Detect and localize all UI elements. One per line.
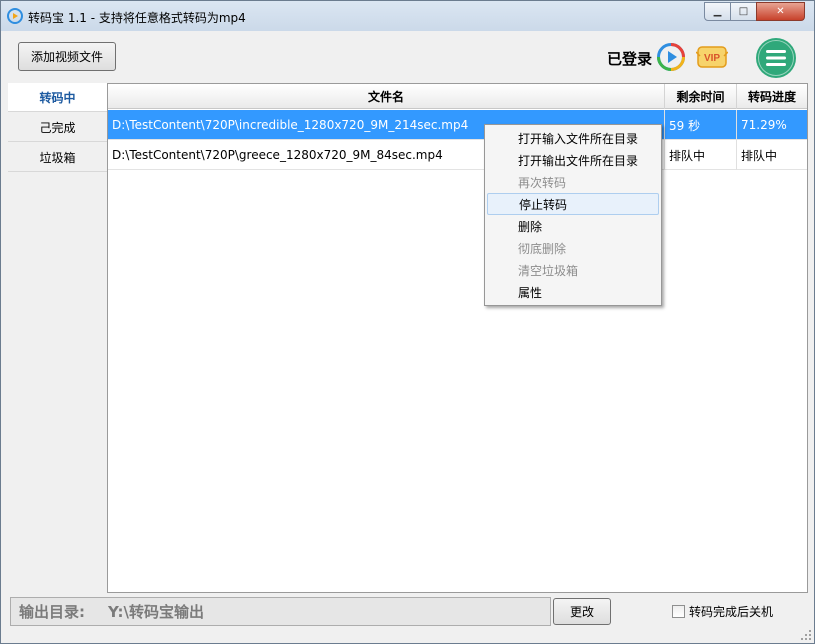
menu-item-open-input-folder[interactable]: 打开输入文件所在目录 xyxy=(487,127,659,149)
menu-item-delete[interactable]: 删除 xyxy=(487,215,659,237)
app-logo-icon xyxy=(7,8,23,24)
app-window: 转码宝 1.1 - 支持将任意格式转码为mp4 ▁ □ ✕ 添加视频文件 已登录… xyxy=(0,0,815,644)
maximize-button[interactable]: □ xyxy=(730,2,757,21)
maximize-icon: □ xyxy=(738,6,749,17)
sidebar-item-transcoding[interactable]: 转码中 xyxy=(8,83,107,112)
output-dir-label: 输出目录: xyxy=(19,603,85,621)
change-dir-button[interactable]: 更改 xyxy=(553,598,611,625)
shutdown-checkbox[interactable] xyxy=(672,605,685,618)
menu-item-stop-transcode[interactable]: 停止转码 xyxy=(487,193,659,215)
vip-badge-text: VIP xyxy=(704,53,720,64)
cell-progress: 71.29% xyxy=(741,118,787,132)
cell-progress: 排队中 xyxy=(741,148,778,163)
close-button[interactable]: ✕ xyxy=(756,2,805,21)
login-status[interactable]: 已登录 xyxy=(607,48,652,69)
table-row[interactable]: D:\TestContent\720P\incredible_1280x720_… xyxy=(108,110,807,140)
shutdown-option[interactable]: 转码完成后关机 xyxy=(672,603,773,620)
menu-item-open-output-folder[interactable]: 打开输出文件所在目录 xyxy=(487,149,659,171)
vip-badge-icon[interactable]: VIP xyxy=(696,44,728,70)
output-dir-field xyxy=(10,597,551,626)
file-table: 文件名 剩余时间 转码进度 D:\TestContent\720P\incred… xyxy=(107,83,808,593)
close-icon: ✕ xyxy=(776,6,785,17)
menu-item-retranscode: 再次转码 xyxy=(518,175,567,190)
sidebar: 转码中 己完成 垃圾箱 xyxy=(8,83,107,593)
resize-grip-icon[interactable] xyxy=(800,629,812,641)
cell-remaining: 排队中 xyxy=(665,140,737,170)
shutdown-label: 转码完成后关机 xyxy=(689,605,774,619)
minimize-icon: ▁ xyxy=(713,6,722,17)
menu-item-empty-trash: 清空垃圾箱 xyxy=(518,263,579,278)
cell-remaining: 59 秒 xyxy=(665,110,737,140)
window-title: 转码宝 1.1 - 支持将任意格式转码为mp4 xyxy=(28,11,246,25)
minimize-button[interactable]: ▁ xyxy=(704,2,731,21)
hamburger-menu-icon[interactable] xyxy=(755,37,797,79)
title-bar[interactable]: 转码宝 1.1 - 支持将任意格式转码为mp4 ▁ □ ✕ xyxy=(1,1,814,31)
table-header: 文件名 剩余时间 转码进度 xyxy=(108,84,807,109)
menu-item-properties[interactable]: 属性 xyxy=(487,281,659,303)
menu-item-delete-permanently: 彻底删除 xyxy=(518,241,567,256)
column-header-filename[interactable]: 文件名 xyxy=(108,84,665,109)
output-dir-path: Y:\转码宝输出 xyxy=(108,603,205,621)
column-header-remaining[interactable]: 剩余时间 xyxy=(665,84,737,109)
column-header-progress[interactable]: 转码进度 xyxy=(737,84,807,109)
sidebar-item-completed[interactable]: 己完成 xyxy=(8,113,107,142)
add-video-button[interactable]: 添加视频文件 xyxy=(18,42,116,71)
context-menu: 打开输入文件所在目录 打开输出文件所在目录 再次转码 停止转码 删除 彻底删除 … xyxy=(484,124,662,306)
play-logo-icon[interactable] xyxy=(656,42,686,72)
table-row[interactable]: D:\TestContent\720P\greece_1280x720_9M_8… xyxy=(108,140,807,170)
sidebar-item-trash[interactable]: 垃圾箱 xyxy=(8,143,107,172)
